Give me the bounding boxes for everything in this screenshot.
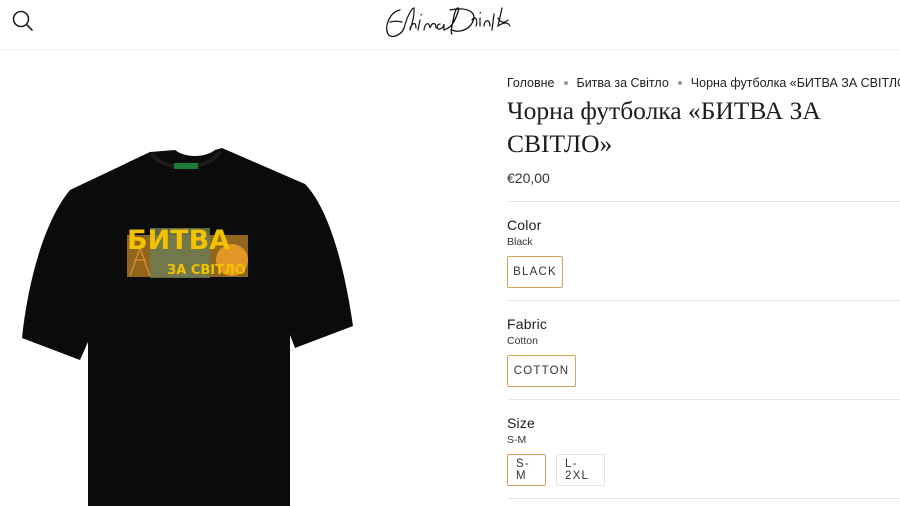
divider	[507, 498, 900, 499]
tshirt-body	[22, 148, 353, 506]
divider	[507, 399, 900, 400]
print-text-for-light: ЗА СВІТЛО	[167, 263, 246, 278]
divider	[507, 300, 900, 301]
search-icon	[12, 10, 33, 31]
product-price: €20,00	[507, 170, 550, 186]
fabric-option-cotton[interactable]: COTTON	[507, 355, 576, 387]
breadcrumb-collection[interactable]: Битва за Світло	[577, 76, 669, 90]
color-label: Color	[507, 217, 542, 233]
breadcrumb-current: Чорна футболка «БИТВА ЗА СВІТЛО»	[690, 76, 900, 90]
breadcrumb-separator	[677, 81, 682, 85]
color-value: Black	[507, 236, 533, 248]
product-title: Чорна футболка «БИТВА ЗА СВІТЛО»	[507, 96, 821, 158]
tshirt-label	[174, 163, 198, 169]
breadcrumb: Головне Битва за Світло Чорна футболка «…	[507, 76, 900, 90]
product-info: Головне Битва за Світло Чорна футболка «…	[507, 0, 900, 506]
color-option-black[interactable]: BLACK	[507, 256, 563, 288]
breadcrumb-separator	[563, 81, 568, 85]
size-label: Size	[507, 415, 536, 431]
size-option-s-m[interactable]: S-M	[507, 454, 546, 486]
logo-signature	[386, 7, 511, 38]
print-text-battle: БИТВА	[127, 225, 230, 256]
search-button[interactable]	[10, 8, 36, 34]
breadcrumb-home[interactable]: Головне	[507, 76, 555, 90]
size-option-l-2xl[interactable]: L-2XL	[556, 454, 605, 486]
size-value: S-M	[507, 434, 527, 446]
site-logo[interactable]	[380, 0, 525, 44]
divider	[507, 201, 900, 202]
fabric-value: Cotton	[507, 335, 538, 347]
product-image[interactable]: БИТВА ЗА СВІТЛО	[0, 120, 380, 506]
fabric-label: Fabric	[507, 316, 548, 332]
